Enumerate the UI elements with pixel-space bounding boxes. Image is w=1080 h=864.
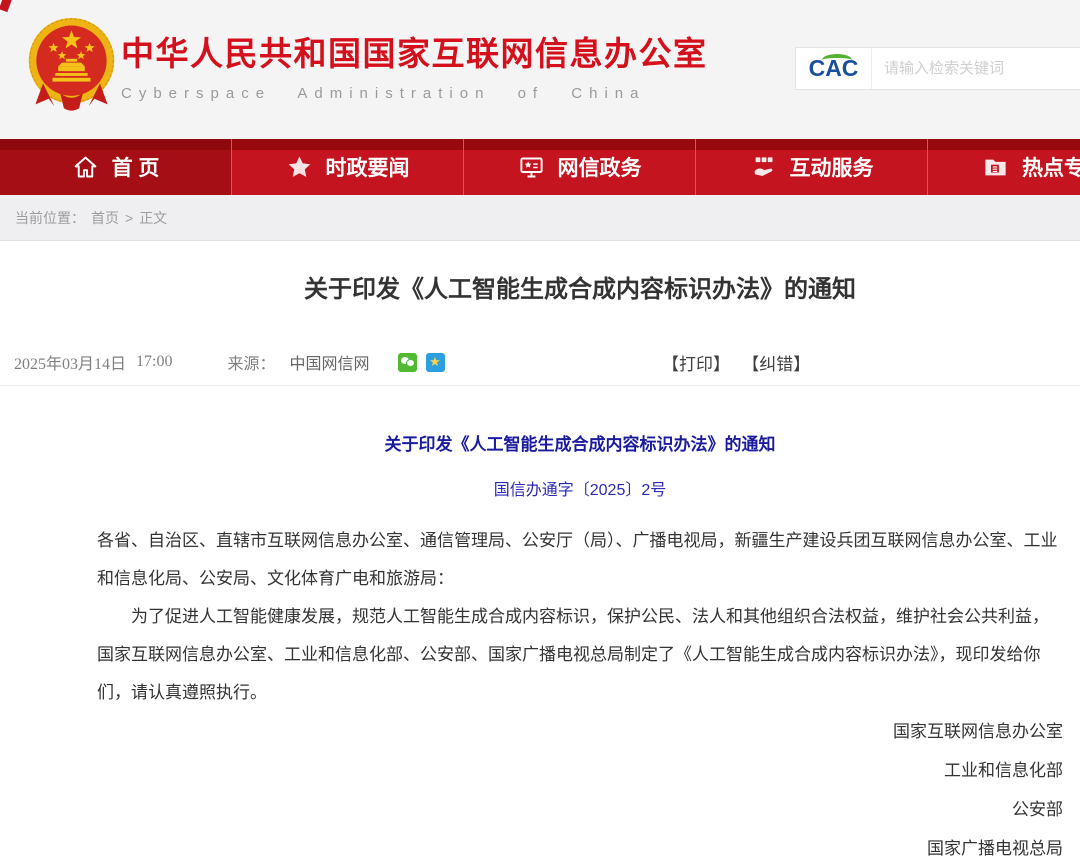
site-title-en: Cyberspace Administration of China: [121, 85, 708, 102]
breadcrumb-separator: >: [125, 210, 133, 226]
nav-item-service[interactable]: 互动服务: [696, 139, 928, 195]
article-meta-left: 2025年03月14日 17:00 来源： 中国网信网 ★: [14, 350, 454, 374]
home-icon: [72, 154, 99, 181]
nav-item-home[interactable]: 首 页: [0, 139, 232, 195]
nav-label: 网信政务: [558, 152, 642, 182]
signature-line: 国家广播电视总局: [97, 829, 1063, 864]
article-page: 关于印发《人工智能生成合成内容标识办法》的通知 2025年03月14日 17:0…: [0, 274, 1080, 864]
article-body: 关于印发《人工智能生成合成内容标识办法》的通知 国信办通字〔2025〕2号 各省…: [0, 430, 1080, 864]
page-title: 关于印发《人工智能生成合成内容标识办法》的通知: [0, 274, 1080, 306]
article-date: 2025年03月14日: [14, 350, 126, 374]
document-title: 关于印发《人工智能生成合成内容标识办法》的通知: [97, 430, 1063, 460]
breadcrumb-label: 当前位置：: [15, 208, 85, 228]
paragraph-addressees: 各省、自治区、直辖市互联网信息办公室、通信管理局、公安厅（局）、广播电视局，新疆…: [97, 522, 1063, 598]
search-input[interactable]: [872, 48, 1080, 89]
source-label: 来源：: [227, 350, 275, 374]
breadcrumb-current: 正文: [139, 208, 167, 228]
signature-block: 国家互联网信息办公室 工业和信息化部 公安部 国家广播电视总局 2025年3月7…: [97, 712, 1063, 864]
breadcrumb: 当前位置： 首页 > 正文: [0, 195, 1080, 241]
nav-label: 首 页: [112, 152, 160, 182]
site-header: 中华人民共和国国家互联网信息办公室 Cyberspace Administrat…: [0, 0, 1080, 139]
nav-item-egov[interactable]: 网信政务: [464, 139, 696, 195]
meta-divider: [0, 385, 1080, 386]
site-title-link[interactable]: 中华人民共和国国家互联网信息办公室 Cyberspace Administrat…: [121, 27, 708, 102]
signature-line: 公安部: [97, 790, 1063, 829]
page: 中华人民共和国国家互联网信息办公室 Cyberspace Administrat…: [0, 0, 1080, 864]
nav-label: 热点专题: [1022, 152, 1080, 182]
wechat-share-icon[interactable]: [398, 353, 417, 372]
folder-icon: [982, 154, 1009, 181]
document-number: 国信办通字〔2025〕2号: [97, 478, 1063, 504]
signature-line: 工业和信息化部: [97, 751, 1063, 790]
service-hand-icon: [750, 154, 777, 181]
article-time: 17:00: [136, 353, 172, 371]
article-meta: 2025年03月14日 17:00 来源： 中国网信网 ★ 【打印】 【纠错】: [0, 350, 1080, 372]
qzone-share-icon[interactable]: ★: [426, 353, 445, 372]
signature-line: 国家互联网信息办公室: [97, 712, 1063, 751]
cac-logo-arc-icon: [822, 54, 852, 66]
article-actions: 【打印】 【纠错】: [662, 350, 818, 375]
nav-item-news[interactable]: 时政要闻: [232, 139, 464, 195]
paragraph-body: 为了促进人工智能健康发展，规范人工智能生成合成内容标识，保护公民、法人和其他组织…: [97, 598, 1063, 712]
national-emblem-icon: [24, 16, 119, 113]
nav-label: 时政要闻: [326, 152, 410, 182]
cac-logo: CAC: [796, 48, 872, 89]
search-box: CAC: [795, 47, 1080, 90]
main-nav: 首 页 时政要闻 网信政务 互动服务: [0, 139, 1080, 195]
corner-ribbon-mark: [0, 0, 12, 12]
monitor-icon: [518, 154, 545, 181]
article-source: 中国网信网: [289, 350, 369, 374]
document-paragraphs: 各省、自治区、直辖市互联网信息办公室、通信管理局、公安厅（局）、广播电视局，新疆…: [97, 522, 1063, 712]
breadcrumb-home-link[interactable]: 首页: [91, 208, 119, 228]
nav-item-topics[interactable]: 热点专题: [928, 139, 1080, 195]
site-title-zh: 中华人民共和国国家互联网信息办公室: [121, 27, 708, 75]
star-icon: [286, 154, 313, 181]
error-report-button[interactable]: 【纠错】: [742, 355, 810, 374]
nav-label: 互动服务: [790, 152, 874, 182]
print-button[interactable]: 【打印】: [662, 355, 730, 374]
